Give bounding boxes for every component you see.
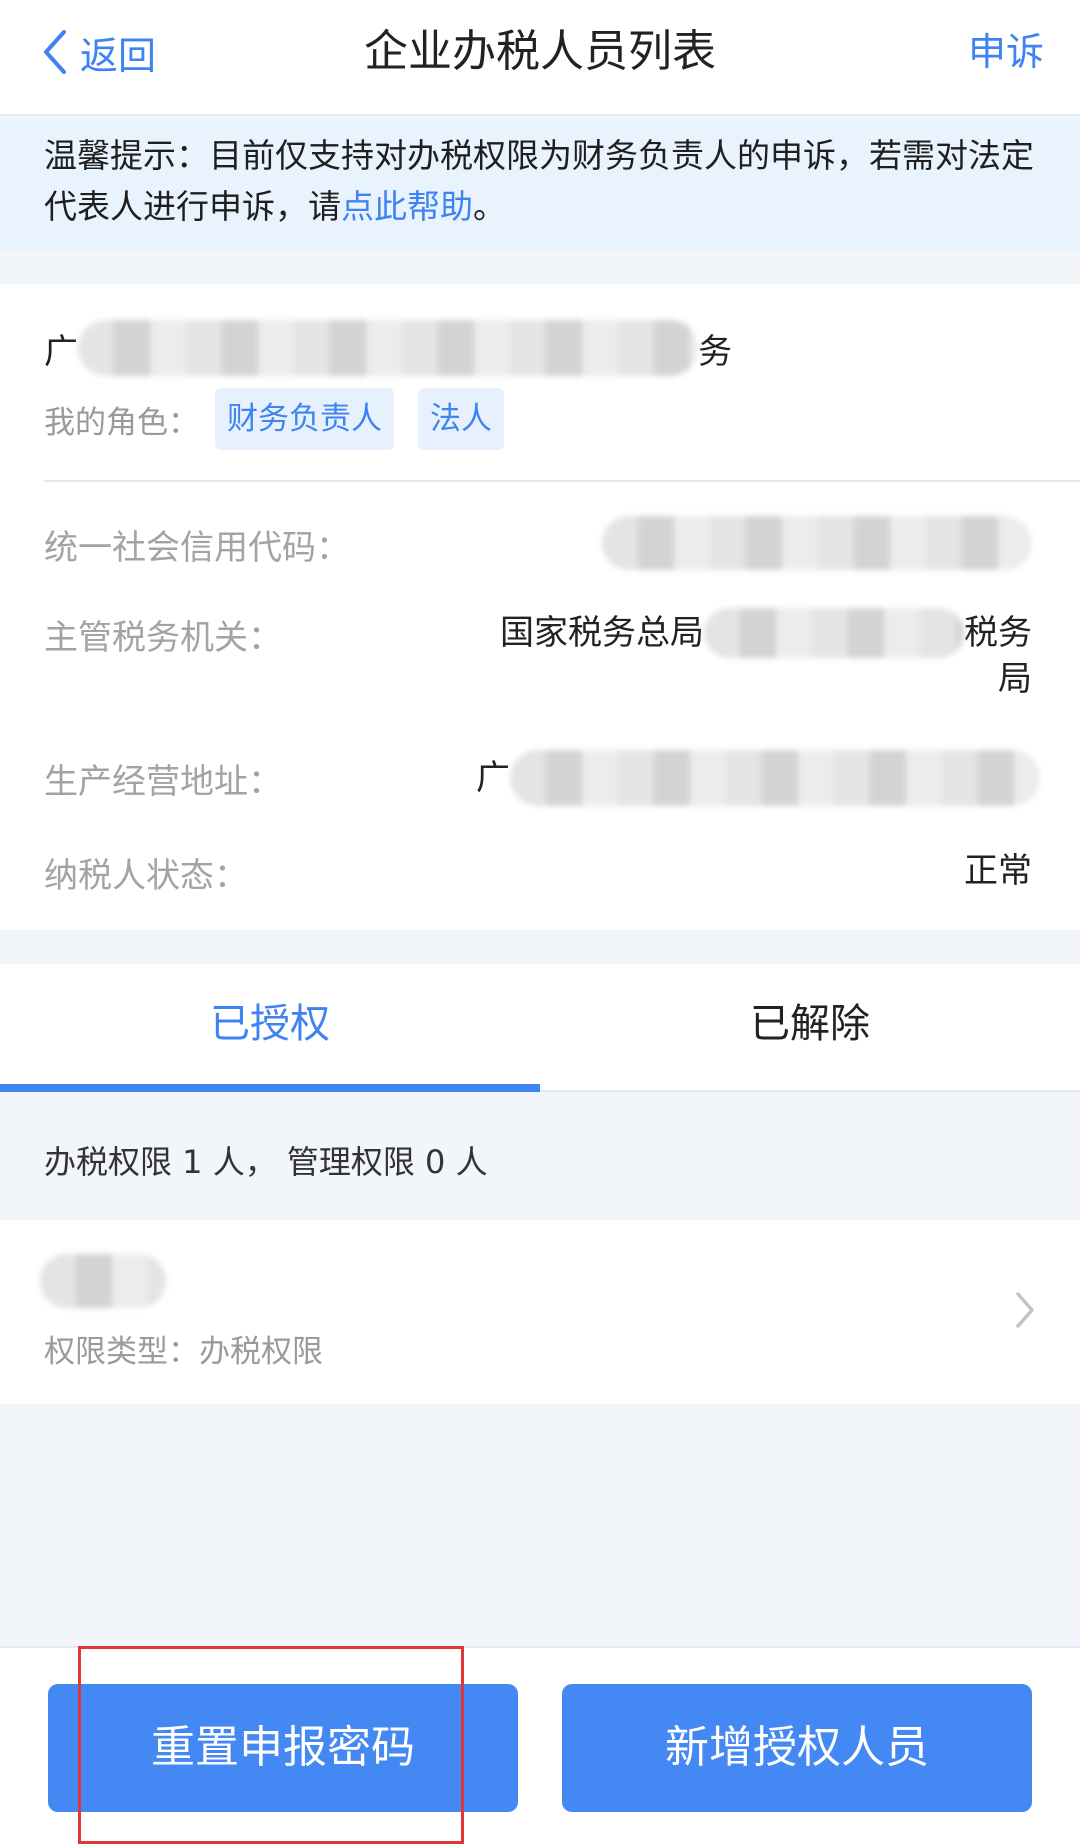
tax-authority-value: 国家税务总局 税务 局 [500, 608, 1032, 702]
company-card: 广 务 我的角色： 财务负责人 法人 统一社会信用代码： 主管税务机关： 国家税… [0, 284, 1080, 930]
divider [44, 480, 1080, 482]
reset-password-button[interactable]: 重置申报密码 [48, 1684, 518, 1812]
credit-code-label: 统一社会信用代码： [44, 528, 350, 568]
nav-bar: 返回 企业办税人员列表 申诉 [0, 0, 1080, 116]
company-name: 广 务 [44, 320, 734, 376]
company-name-prefix: 广 [44, 331, 78, 372]
permission-type: 权限类型：办税权限 [44, 1334, 323, 1370]
tab-active-indicator [0, 1084, 540, 1092]
tip-text: 温馨提示：目前仅支持对办税权限为财务负责人的申诉，若需对法定代表人进行申诉，请 [44, 136, 1034, 226]
page-title: 企业办税人员列表 [364, 26, 716, 77]
back-label: 返回 [80, 33, 157, 78]
address-value: 广 [476, 750, 1040, 806]
permission-summary: 办税权限 1 人， 管理权限 0 人 [44, 1143, 488, 1181]
status-label: 纳税人状态： [44, 856, 248, 896]
tab-authorized[interactable]: 已授权 [0, 964, 540, 1084]
redacted-credit-code [602, 516, 1032, 570]
tax-authority-label: 主管税务机关： [44, 618, 282, 658]
redacted-tax-authority [704, 608, 964, 658]
credit-code-value [602, 516, 1032, 582]
redacted-company-name [78, 320, 698, 376]
info-row-tax-authority: 主管税务机关： 国家税务总局 税务 局 [44, 608, 1032, 720]
role-tag-finance: 财务负责人 [215, 388, 394, 450]
chevron-left-icon [44, 30, 66, 74]
redacted-address [510, 750, 1040, 806]
tab-removed[interactable]: 已解除 [540, 964, 1080, 1084]
role-label: 我的角色： [44, 404, 199, 441]
list-item[interactable]: 权限类型：办税权限 [0, 1220, 1080, 1404]
info-row-credit-code: 统一社会信用代码： [44, 516, 1032, 580]
tax-authority-last: 局 [998, 659, 1032, 699]
role-tag-legal: 法人 [418, 388, 504, 450]
tip-text-end: 。 [473, 187, 506, 226]
status-value: 正常 [964, 851, 1032, 891]
redacted-person-name [40, 1254, 166, 1308]
tip-banner: 温馨提示：目前仅支持对办税权限为财务负责人的申诉，若需对法定代表人进行申诉，请点… [0, 118, 1080, 250]
address-label: 生产经营地址： [44, 762, 282, 802]
tax-authority-suffix: 税务 [964, 613, 1032, 653]
appeal-button[interactable]: 申诉 [968, 22, 1044, 82]
address-prefix: 广 [476, 758, 510, 798]
bottom-action-bar: 重置申报密码 新增授权人员 [0, 1646, 1080, 1848]
tab-bar: 已授权 已解除 [0, 964, 1080, 1092]
company-name-suffix: 务 [698, 331, 732, 372]
chevron-right-icon [1016, 1292, 1034, 1328]
add-authorized-button[interactable]: 新增授权人员 [562, 1684, 1032, 1812]
tax-authority-prefix: 国家税务总局 [500, 613, 704, 653]
role-row: 我的角色： 财务负责人 法人 [44, 388, 528, 450]
back-button[interactable]: 返回 [40, 22, 156, 82]
info-row-address: 生产经营地址： 广 [44, 750, 1040, 814]
info-row-status: 纳税人状态： 正常 [44, 848, 1032, 908]
help-link[interactable]: 点此帮助 [341, 187, 473, 226]
